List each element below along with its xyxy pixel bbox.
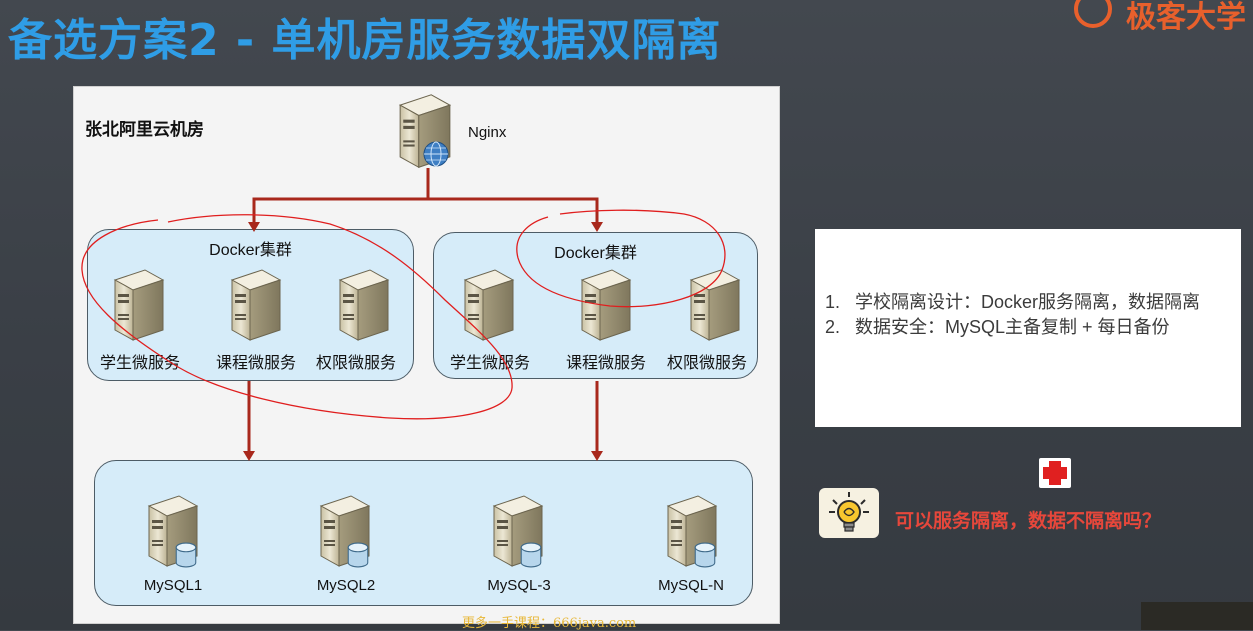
lightbulb-card <box>819 488 879 538</box>
watermark-text: 更多一手课程：666java.com <box>462 616 637 631</box>
notes-card: 1. 学校隔离设计：Docker服务隔离，数据隔离 2. 数据安全：MySQL主备复… <box>815 229 1241 427</box>
notes-list: 1. 学校隔离设计：Docker服务隔离，数据隔离 2. 数据安全：MySQL主备复… <box>825 291 1235 341</box>
red-cross-icon <box>1039 458 1071 488</box>
lightbulb-icon <box>829 492 869 532</box>
list-item: 1. 学校隔离设计：Docker服务隔离，数据隔离 <box>825 292 1201 312</box>
hand-drawn-annotation <box>81 209 726 420</box>
question-text: 可以服务隔离，数据不隔离吗？ <box>895 511 1162 532</box>
list-item: 2. 数据安全：MySQL主备复制 + 每日备份 <box>825 317 1170 337</box>
video-thumbnail <box>1141 602 1253 630</box>
